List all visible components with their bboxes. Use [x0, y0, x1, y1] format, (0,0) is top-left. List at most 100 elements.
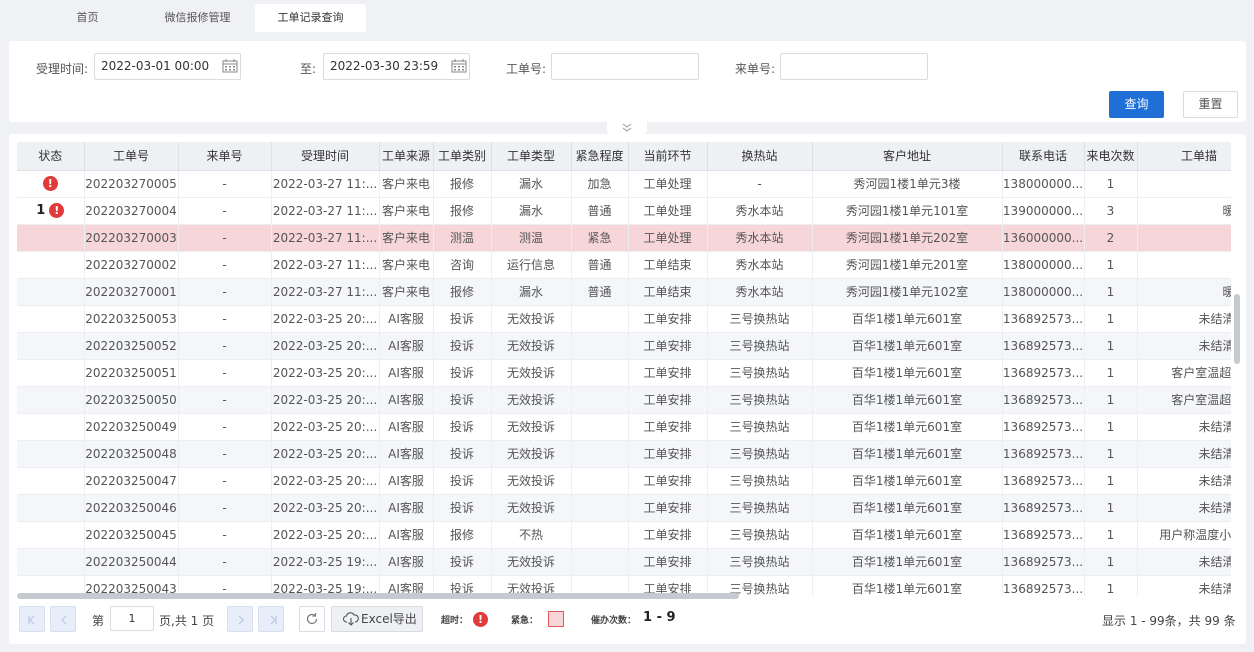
- table-cell: 客户来电: [379, 278, 434, 306]
- refresh-button[interactable]: [299, 606, 325, 632]
- column-header[interactable]: 来电次数: [1084, 142, 1138, 171]
- calendar-icon[interactable]: [451, 59, 467, 73]
- table-cell: 136892573...: [1002, 413, 1085, 441]
- start-time-input[interactable]: 2022-03-01 00:00: [94, 53, 241, 80]
- last-page-button[interactable]: [258, 606, 284, 632]
- table-cell: 无效投诉: [491, 359, 572, 387]
- table-cell: 1: [1084, 548, 1138, 576]
- column-header[interactable]: 紧急程度: [571, 142, 629, 171]
- column-header[interactable]: 当前环节: [628, 142, 708, 171]
- vertical-scrollbar[interactable]: [1234, 294, 1240, 364]
- table-cell: 无效投诉: [491, 467, 572, 495]
- column-header[interactable]: 换热站: [707, 142, 813, 171]
- first-page-button[interactable]: [19, 606, 45, 632]
- table-cell: 秀河园1楼1单元101室: [812, 197, 1003, 225]
- table-cell: 2022-03-25 20:...: [271, 386, 380, 414]
- tab-order-query[interactable]: 工单记录查询: [255, 4, 366, 32]
- table-cell: 工单安排: [628, 332, 708, 360]
- table-cell: 百华1楼1单元601室: [812, 359, 1003, 387]
- table-row[interactable]: 202203250049-2022-03-25 20:... AI客服 投诉 无效投诉…: [17, 413, 1231, 441]
- column-header[interactable]: 工单类型: [491, 142, 572, 171]
- excel-export-button[interactable]: Excel导出: [331, 606, 423, 632]
- table-cell: 202203270002: [84, 251, 179, 279]
- incoming-number-input[interactable]: [780, 53, 928, 80]
- column-header[interactable]: 状态: [17, 142, 85, 171]
- table-cell: 138000000...: [1002, 278, 1085, 306]
- table-cell: 投诉: [433, 440, 492, 468]
- table-row[interactable]: 202203250051-2022-03-25 20:... AI客服 投诉 无效投诉…: [17, 359, 1231, 387]
- column-header[interactable]: 客户地址: [812, 142, 1003, 171]
- table-cell: -: [178, 467, 272, 495]
- table-cell: 报修: [433, 197, 492, 225]
- column-header[interactable]: 工单号: [84, 142, 179, 171]
- urgent-legend-swatch: [548, 611, 564, 627]
- table-cell: 2022-03-25 20:...: [271, 359, 380, 387]
- order-number-label: 工单号:: [506, 62, 547, 76]
- table-cell: 三号换热站: [707, 386, 813, 414]
- order-number-input[interactable]: [551, 53, 699, 80]
- table-row[interactable]: 202203250048-2022-03-25 20:... AI客服 投诉 无效投诉…: [17, 440, 1231, 468]
- table-cell: 136892573...: [1002, 494, 1085, 522]
- column-header[interactable]: 工单类别: [433, 142, 492, 171]
- table-cell: 无效投诉: [491, 494, 572, 522]
- incoming-number-label: 来单号:: [735, 62, 776, 76]
- table-cell: -: [178, 386, 272, 414]
- table-cell: 测温: [433, 224, 492, 252]
- page-number-input[interactable]: 1: [110, 606, 154, 631]
- table-cell: 136892573...: [1002, 386, 1085, 414]
- table-cell: 1: [1084, 332, 1138, 360]
- end-time-input[interactable]: 2022-03-30 23:59: [323, 53, 470, 80]
- table-cell: 工单安排: [628, 521, 708, 549]
- tab-home[interactable]: 首页: [40, 4, 135, 32]
- collapse-toggle[interactable]: [607, 122, 647, 134]
- table-cell: 1: [1084, 575, 1138, 596]
- table-cell: 客户室温超过18: [1137, 386, 1231, 414]
- table-row[interactable]: 202203250053-2022-03-25 20:... AI客服 投诉 无效投诉…: [17, 305, 1231, 333]
- reset-button[interactable]: 重置: [1183, 91, 1238, 118]
- column-header[interactable]: 工单描: [1137, 142, 1231, 171]
- table-cell: 百华1楼1单元601室: [812, 305, 1003, 333]
- table-cell: 秀水本站: [707, 251, 813, 279]
- table-cell: 2022-03-25 20:...: [271, 467, 380, 495]
- grid-panel: 状态 工单号 来单号 受理时间 工单来源 工单类别 工单类型 紧急程度 当前环节 换热站 客户地址联…: [9, 134, 1246, 644]
- tab-wechat-repair[interactable]: 微信报修管理: [145, 4, 250, 32]
- table-cell: -: [178, 548, 272, 576]
- table-cell: 工单安排: [628, 494, 708, 522]
- next-page-button[interactable]: [227, 606, 253, 632]
- table-cell: 秀河园1楼1单元102室: [812, 278, 1003, 306]
- table-cell: -: [178, 305, 272, 333]
- column-header[interactable]: 工单来源: [379, 142, 434, 171]
- status-cell: [17, 251, 85, 279]
- table-row[interactable]: ! 202203270005-2022-03-27 11:... 客户来电 报修 漏水加…: [17, 170, 1231, 198]
- table-row[interactable]: 202203250046-2022-03-25 20:... AI客服 投诉 无效投诉…: [17, 494, 1231, 522]
- table-row[interactable]: 202203270002-2022-03-27 11:... 客户来电 咨询 运行信息…: [17, 251, 1231, 279]
- table-row[interactable]: 1! 202203270004-2022-03-27 11:... 客户来电 报修 漏水…: [17, 197, 1231, 225]
- table-cell: 工单安排: [628, 440, 708, 468]
- chevron-left-icon: [61, 615, 67, 625]
- table-cell: 202203250044: [84, 548, 179, 576]
- table-cell: -: [178, 251, 272, 279]
- table-cell: -: [178, 440, 272, 468]
- column-header[interactable]: 联系电话: [1002, 142, 1085, 171]
- table-cell: 3: [1084, 197, 1138, 225]
- prev-page-button[interactable]: [50, 606, 76, 632]
- query-button[interactable]: 查询: [1109, 91, 1164, 118]
- calendar-icon[interactable]: [222, 59, 238, 73]
- table-row[interactable]: 202203250044-2022-03-25 19:... AI客服 投诉 无效投诉…: [17, 548, 1231, 576]
- table-row[interactable]: 202203250047-2022-03-25 20:... AI客服 投诉 无效投诉…: [17, 467, 1231, 495]
- status-cell: [17, 467, 85, 495]
- table-row[interactable]: 202203270001-2022-03-27 11:... 客户来电 报修 漏水 普通…: [17, 278, 1231, 306]
- column-header[interactable]: 来单号: [178, 142, 272, 171]
- table-cell: AI客服: [379, 494, 434, 522]
- tab-bar: 首页 微信报修管理 工单记录查询: [0, 0, 1254, 32]
- table-cell: 202203250049: [84, 413, 179, 441]
- table-cell: 2022-03-27 11:...: [271, 251, 380, 279]
- table-cell: 202203270003: [84, 224, 179, 252]
- table-row[interactable]: 202203250052-2022-03-25 20:... AI客服 投诉 无效投诉…: [17, 332, 1231, 360]
- column-header[interactable]: 受理时间: [271, 142, 380, 171]
- table-row[interactable]: 202203250045-2022-03-25 20:... AI客服 报修 不热 工单…: [17, 521, 1231, 549]
- table-row[interactable]: 202203270003-2022-03-27 11:... 客户来电 测温 测温 紧急…: [17, 224, 1231, 252]
- table-cell: 202203250046: [84, 494, 179, 522]
- table-row[interactable]: 202203250050-2022-03-25 20:... AI客服 投诉 无效投诉…: [17, 386, 1231, 414]
- horizontal-scrollbar[interactable]: [17, 593, 739, 599]
